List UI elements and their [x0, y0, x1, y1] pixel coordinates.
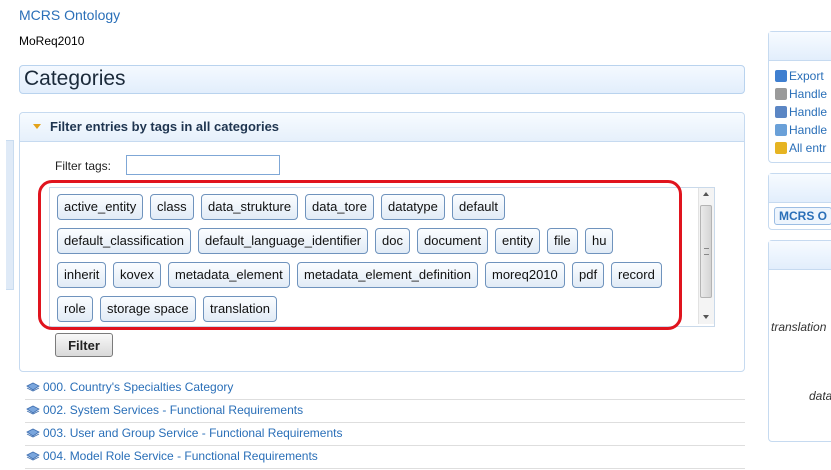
tag-chip[interactable]: default_classification — [57, 228, 191, 254]
action-link[interactable]: Export — [775, 69, 824, 83]
left-panel-handle[interactable] — [6, 140, 14, 290]
category-folder-icon — [26, 405, 40, 415]
scroll-down-icon[interactable] — [703, 315, 709, 319]
ontology-panel-header — [769, 174, 831, 203]
category-row[interactable]: 002. System Services - Functional Requir… — [25, 400, 745, 423]
tag-chip[interactable]: active_entity — [57, 194, 144, 220]
tab-mcrs-ontology[interactable]: MCRS O — [774, 207, 831, 225]
tag-chip[interactable]: translation — [203, 296, 277, 322]
app-home-link[interactable]: MCRS Ontology — [19, 7, 120, 23]
filter-tags-input[interactable] — [126, 155, 280, 175]
tag-chip[interactable]: metadata_element — [168, 262, 290, 288]
tag-chip[interactable]: default_language_identifier — [198, 228, 369, 254]
tag-chip[interactable]: inherit — [57, 262, 107, 288]
action-label: Handle — [789, 87, 828, 101]
collapse-arrow-icon[interactable] — [33, 124, 41, 129]
category-folder-icon — [26, 382, 40, 392]
category-row[interactable]: 000. Country's Specialties Category — [25, 377, 745, 400]
action-link[interactable]: All entr — [775, 141, 826, 155]
tag-chip[interactable]: data_tore — [305, 194, 374, 220]
filter-tags-label: Filter tags: — [55, 159, 112, 173]
category-folder-icon — [26, 428, 40, 438]
tag-list-scrollbar[interactable] — [698, 188, 714, 324]
category-folder-icon — [26, 451, 40, 461]
categories-header: Categories — [19, 65, 745, 94]
filter-panel-header[interactable]: Filter entries by tags in all categories — [20, 113, 744, 142]
tag-chip[interactable]: file — [547, 228, 578, 254]
action-label: All entr — [789, 141, 827, 155]
tag-chip[interactable]: hu — [585, 228, 614, 254]
envelope-icon — [775, 106, 787, 118]
graph-panel-header — [769, 241, 831, 270]
graph-node-label: translation — [771, 320, 827, 334]
ontology-panel: MCRS O — [768, 173, 831, 230]
grip-icon — [704, 248, 709, 255]
graph-node-label: data — [809, 389, 831, 403]
action-label: Export — [789, 69, 824, 83]
tag-chip[interactable]: class — [150, 194, 194, 220]
page-title: Categories — [24, 67, 126, 90]
tag-chip[interactable]: data_strukture — [201, 194, 299, 220]
tag-chip[interactable]: moreq2010 — [485, 262, 565, 288]
actions-panel-header — [769, 32, 831, 61]
tag-chip[interactable]: document — [417, 228, 489, 254]
action-link[interactable]: Handle — [775, 123, 827, 137]
tag-chip[interactable]: datatype — [381, 194, 445, 220]
tag-chip[interactable]: entity — [495, 228, 541, 254]
category-link[interactable]: 000. Country's Specialties Category — [43, 380, 233, 394]
category-row[interactable]: 003. User and Group Service - Functional… — [25, 423, 745, 446]
tag-chip[interactable]: metadata_element_definition — [297, 262, 478, 288]
filter-panel-title: Filter entries by tags in all categories — [50, 119, 280, 134]
action-link[interactable]: Handle — [775, 87, 827, 101]
action-label: Handle — [789, 123, 828, 137]
tag-chip[interactable]: kovex — [113, 262, 161, 288]
export-icon — [775, 70, 787, 82]
filter-button[interactable]: Filter — [55, 333, 113, 357]
actions-panel: Export Handle Handle Handle All entr — [768, 31, 831, 163]
tag-chip[interactable]: storage space — [100, 296, 196, 322]
category-link[interactable]: 004. Model Role Service - Functional Req… — [43, 449, 318, 463]
action-link[interactable]: Handle — [775, 105, 827, 119]
tag-chip[interactable]: default — [452, 194, 506, 220]
category-link[interactable]: 002. System Services - Functional Requir… — [43, 403, 303, 417]
tag-chip[interactable]: doc — [375, 228, 410, 254]
category-link[interactable]: 003. User and Group Service - Functional… — [43, 426, 342, 440]
tag-icon — [775, 124, 787, 136]
tag-chip[interactable]: role — [57, 296, 93, 322]
scroll-up-icon[interactable] — [703, 192, 709, 196]
tag-chip[interactable]: record — [611, 262, 662, 288]
graph-panel — [768, 240, 831, 442]
tag-cloud-box: active_entity class data_strukture data_tor… — [49, 187, 715, 327]
category-row[interactable]: 004. Model Role Service - Functional Req… — [25, 446, 745, 469]
folder-icon — [775, 142, 787, 154]
paperclip-icon — [775, 88, 787, 100]
scrollbar-thumb[interactable] — [700, 205, 712, 298]
page-subtitle: MoReq2010 — [19, 34, 85, 48]
tag-chip[interactable]: pdf — [572, 262, 605, 288]
action-label: Handle — [789, 105, 828, 119]
